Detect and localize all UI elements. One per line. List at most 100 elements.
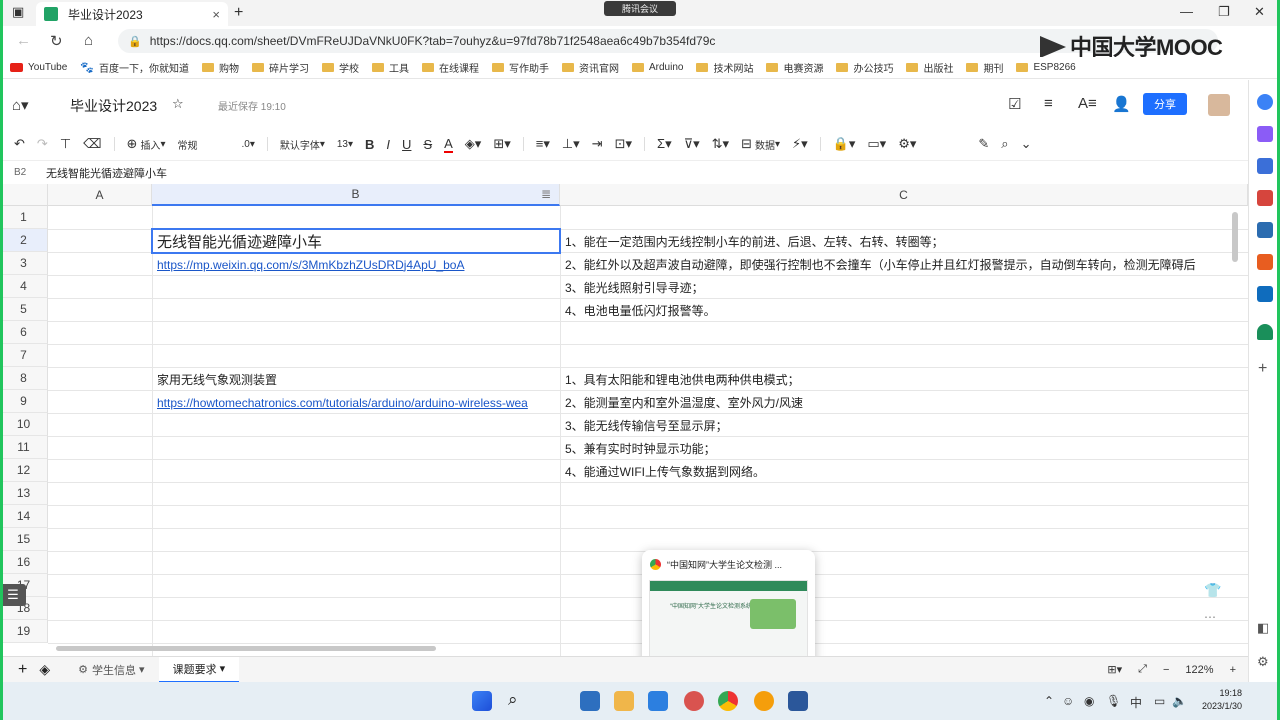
cell-b8[interactable]: 家用无线气象观测装置: [152, 368, 560, 391]
row-header[interactable]: 10: [0, 413, 48, 436]
browser-tab[interactable]: 毕业设计2023 ×: [36, 2, 228, 26]
zoom-level[interactable]: 122%: [1185, 664, 1213, 676]
bookmark-folder[interactable]: 资讯官网: [562, 60, 619, 75]
bookmark-folder[interactable]: 购物: [202, 60, 239, 75]
plugin-icon[interactable]: ⚙▾: [898, 136, 916, 152]
row-header[interactable]: 12: [0, 459, 48, 482]
minimize-icon[interactable]: —: [1180, 4, 1193, 19]
zoom-out-icon[interactable]: −: [1163, 664, 1169, 676]
italic-button[interactable]: I: [386, 137, 390, 152]
decimal-button[interactable]: .0 ▾: [241, 139, 254, 150]
menu-icon[interactable]: ≡: [1044, 95, 1053, 112]
share-button[interactable]: 分享: [1143, 93, 1187, 115]
tray-expand-icon[interactable]: ⌃: [1044, 694, 1054, 708]
outlook-icon[interactable]: [1257, 286, 1273, 302]
row-header[interactable]: 5: [0, 298, 48, 321]
photos-icon[interactable]: [648, 691, 668, 711]
cell-c3[interactable]: 2、能红外以及超声波自动避障，即使强行控制也不会撞车（小车停止并且红灯报警提示，…: [560, 253, 1240, 276]
column-header-c[interactable]: C: [560, 184, 1248, 206]
doc-title[interactable]: 毕业设计2023: [70, 96, 157, 116]
row-header[interactable]: 14: [0, 505, 48, 528]
close-window-icon[interactable]: ✕: [1254, 4, 1265, 20]
preview-image[interactable]: “中国知网”大学生论文检测系统: [649, 580, 808, 664]
start-icon[interactable]: [472, 691, 492, 711]
redo-icon[interactable]: ↷: [37, 136, 48, 152]
sheet-tab-students[interactable]: ⚙ 学生信息 ▾: [64, 657, 158, 683]
number-format-select[interactable]: 常规: [177, 137, 229, 152]
settings-icon[interactable]: ⚙: [1257, 654, 1269, 670]
avatar[interactable]: [1208, 94, 1230, 116]
qq-icon[interactable]: ☺: [1062, 694, 1074, 708]
bookmark-folder[interactable]: 写作助手: [492, 60, 549, 75]
cell-c5[interactable]: 4、电池电量低闪灯报警等。: [560, 299, 1240, 322]
row-header[interactable]: 6: [0, 321, 48, 344]
row-header[interactable]: 16: [0, 551, 48, 574]
bookmark-folder[interactable]: 期刊: [966, 60, 1003, 75]
cell-c10[interactable]: 3、能无线传输信号至显示屏；: [560, 414, 1240, 437]
fill-color-icon[interactable]: ◈▾: [465, 136, 482, 152]
filter-icon[interactable]: ⊽▾: [684, 136, 700, 152]
sheet-list-icon[interactable]: ◈: [39, 661, 50, 678]
eraser-icon[interactable]: ⌫: [83, 136, 101, 152]
bookmark-folder[interactable]: 碎片学习: [252, 60, 309, 75]
cell-c12[interactable]: 4、能通过WIFI上传气象数据到网络。: [560, 460, 1240, 483]
search-taskbar-icon[interactable]: ⌕: [508, 690, 518, 710]
docs-home-icon[interactable]: ⌂▾: [12, 96, 29, 114]
bookmark-folder[interactable]: 工具: [372, 60, 409, 75]
align-icon[interactable]: ≡▾: [536, 136, 550, 152]
column-filter-icon[interactable]: ≣: [541, 187, 551, 201]
row-header[interactable]: 9: [0, 390, 48, 413]
row-header[interactable]: 13: [0, 482, 48, 505]
bookmark-baidu[interactable]: 🐾 百度一下，你就知道: [80, 60, 189, 75]
cell-c9[interactable]: 2、能测量室内和室外温湿度、室外风力/风速: [560, 391, 1240, 414]
view-icon[interactable]: ▭▾: [867, 136, 886, 152]
add-collaborator-icon[interactable]: 👤: [1112, 95, 1131, 113]
merge-icon[interactable]: ⊡▾: [615, 136, 632, 152]
taskbar-preview-popup[interactable]: “中国知网”大学生论文检测 ... “中国知网”大学生论文检测系统: [642, 550, 815, 671]
horizontal-scrollbar[interactable]: [56, 646, 436, 651]
search-icon[interactable]: ⌕: [1001, 136, 1008, 152]
collapse-toolbar-icon[interactable]: ⌄: [1021, 136, 1032, 152]
chrome-taskbar-icon[interactable]: [718, 691, 738, 711]
more-tools-icon[interactable]: ⚡▾: [792, 136, 808, 152]
underline-button[interactable]: U: [402, 137, 411, 152]
side-panel-toggle-icon[interactable]: ◧: [1257, 620, 1269, 636]
copilot-icon[interactable]: [1257, 126, 1273, 142]
row-header[interactable]: 2: [0, 229, 48, 252]
shirt-icon[interactable]: 👕: [1204, 582, 1221, 599]
recorder-icon[interactable]: [684, 691, 704, 711]
border-icon[interactable]: ⊞▾: [493, 136, 510, 152]
reload-icon[interactable]: ↻: [50, 32, 63, 50]
row-header[interactable]: 11: [0, 436, 48, 459]
tab-list-icon[interactable]: ▣: [12, 4, 24, 20]
undo-icon[interactable]: ↶: [14, 136, 25, 152]
valign-icon[interactable]: ⊥▾: [562, 136, 580, 152]
bookmark-youtube[interactable]: YouTube: [10, 62, 67, 73]
row-header[interactable]: 19: [0, 620, 48, 643]
row-header[interactable]: 1: [0, 206, 48, 229]
font-size-select[interactable]: 13 ▾: [337, 139, 353, 150]
cell-b3-link[interactable]: https://mp.weixin.qq.com/s/3MmKbzhZUsDRD…: [152, 253, 560, 276]
row-header[interactable]: 4: [0, 275, 48, 298]
row-header[interactable]: 7: [0, 344, 48, 367]
home-icon[interactable]: ⌂: [84, 32, 93, 49]
bookmark-folder[interactable]: 办公技巧: [836, 60, 893, 75]
new-tab-button[interactable]: +: [234, 4, 243, 22]
column-header-b[interactable]: B ≣: [152, 184, 560, 206]
lock-sheet-icon[interactable]: 🔒▾: [833, 136, 856, 152]
check-edit-icon[interactable]: ☑: [1008, 95, 1021, 113]
network-icon[interactable]: ▭: [1154, 694, 1165, 708]
close-tab-icon[interactable]: ×: [212, 7, 220, 22]
row-header[interactable]: 15: [0, 528, 48, 551]
back-icon[interactable]: ←: [16, 32, 31, 49]
add-sheet-icon[interactable]: +: [18, 661, 27, 679]
system-clock[interactable]: 19:18 2023/1/30: [1192, 687, 1242, 713]
cell-b9-link[interactable]: https://howtomechatronics.com/tutorials/…: [152, 391, 560, 414]
text-color-button[interactable]: A: [444, 136, 453, 153]
sort-icon[interactable]: ⇅▾: [712, 136, 729, 152]
bookmark-folder[interactable]: 出版社: [906, 60, 953, 75]
paint-icon[interactable]: ✎: [978, 136, 989, 152]
add-side-icon[interactable]: +: [1258, 360, 1267, 378]
floating-list-icon[interactable]: ☰: [0, 584, 26, 606]
sheet-tab-requirements[interactable]: 课题要求 ▾: [158, 656, 240, 683]
